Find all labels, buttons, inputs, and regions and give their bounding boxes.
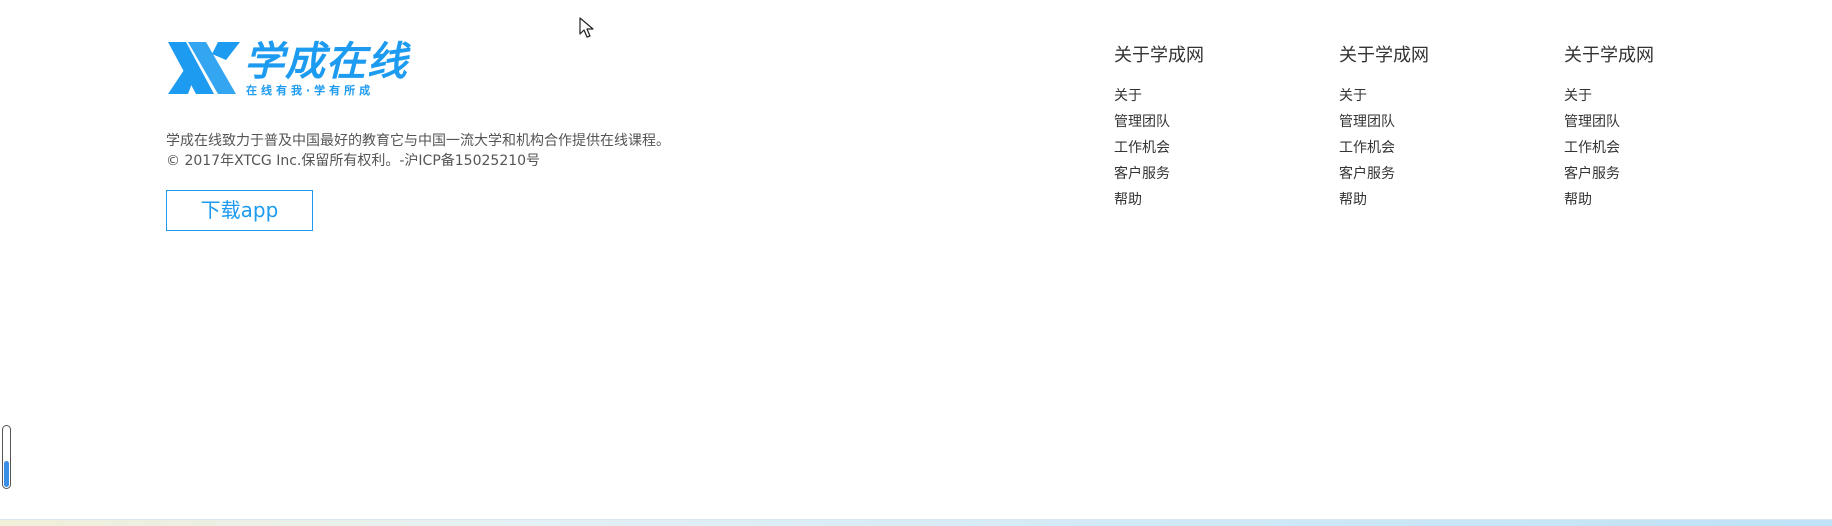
link-column-title: 关于学成网 <box>1564 45 1654 66</box>
bottom-window-strip <box>0 519 1832 526</box>
scroll-indicator-fill <box>4 461 9 487</box>
link-column-1: 关于学成网 关于 管理团队 工作机会 客户服务 帮助 <box>1114 43 1294 213</box>
mouse-pointer-icon <box>579 17 594 38</box>
link-list: 关于 管理团队 工作机会 客户服务 帮助 <box>1564 83 1744 213</box>
link-column-3: 关于学成网 关于 管理团队 工作机会 客户服务 帮助 <box>1564 43 1744 213</box>
link-about[interactable]: 关于 <box>1564 83 1744 109</box>
link-customer-service[interactable]: 客户服务 <box>1114 161 1294 187</box>
link-about[interactable]: 关于 <box>1114 83 1294 109</box>
link-about[interactable]: 关于 <box>1339 83 1519 109</box>
link-jobs[interactable]: 工作机会 <box>1114 135 1294 161</box>
link-jobs[interactable]: 工作机会 <box>1339 135 1519 161</box>
link-customer-service[interactable]: 客户服务 <box>1564 161 1744 187</box>
link-list: 关于 管理团队 工作机会 客户服务 帮助 <box>1114 83 1294 213</box>
scroll-indicator[interactable] <box>2 425 11 489</box>
logo-slogan: 在线有我·学有所成 <box>246 84 375 97</box>
site-logo[interactable]: 学成在线 在线有我·学有所成 <box>166 40 408 98</box>
link-column-2: 关于学成网 关于 管理团队 工作机会 客户服务 帮助 <box>1339 43 1519 213</box>
link-column-title: 关于学成网 <box>1339 45 1429 66</box>
download-app-button[interactable]: 下载app <box>166 190 313 231</box>
footer-page: 学成在线 在线有我·学有所成 学成在线致力于普及中国最好的教育它与中国一流大学和… <box>0 0 1832 526</box>
link-management-team[interactable]: 管理团队 <box>1114 109 1294 135</box>
logo-title: 学成在线 <box>244 39 408 85</box>
description-line: 学成在线致力于普及中国最好的教育它与中国一流大学和机构合作提供在线课程。 <box>166 133 670 149</box>
xc-logo-mark-icon <box>168 42 240 94</box>
link-jobs[interactable]: 工作机会 <box>1564 135 1744 161</box>
link-management-team[interactable]: 管理团队 <box>1564 109 1744 135</box>
link-management-team[interactable]: 管理团队 <box>1339 109 1519 135</box>
copyright-line: © 2017年XTCG Inc.保留所有权利。-沪ICP备15025210号 <box>166 153 541 169</box>
link-help[interactable]: 帮助 <box>1339 187 1519 213</box>
link-help[interactable]: 帮助 <box>1564 187 1744 213</box>
link-list: 关于 管理团队 工作机会 客户服务 帮助 <box>1339 83 1519 213</box>
link-help[interactable]: 帮助 <box>1114 187 1294 213</box>
link-customer-service[interactable]: 客户服务 <box>1339 161 1519 187</box>
logo-text: 学成在线 在线有我·学有所成 <box>244 40 408 98</box>
site-description: 学成在线致力于普及中国最好的教育它与中国一流大学和机构合作提供在线课程。 © 2… <box>166 131 670 171</box>
link-column-title: 关于学成网 <box>1114 45 1204 66</box>
